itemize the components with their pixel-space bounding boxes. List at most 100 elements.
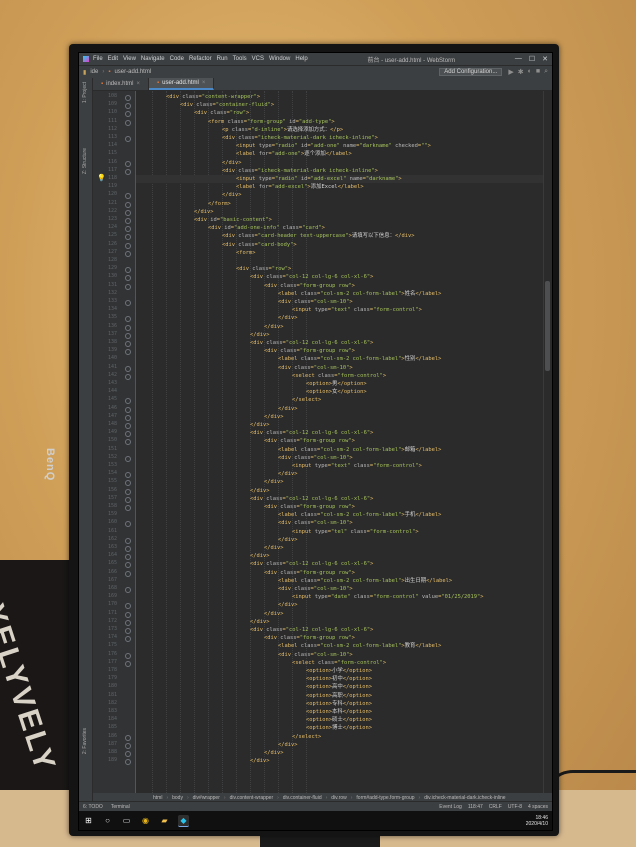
code-line[interactable]: </div> bbox=[136, 552, 269, 560]
fold-marker-icon[interactable] bbox=[125, 455, 131, 462]
line-separator[interactable]: CRLF bbox=[489, 804, 502, 810]
code-line[interactable]: <option>高职</option> bbox=[136, 692, 372, 700]
code-line[interactable]: </div> bbox=[136, 544, 283, 552]
menu-view[interactable]: View bbox=[123, 56, 136, 62]
file-explorer-icon[interactable]: ▰ bbox=[159, 815, 170, 826]
fold-marker-icon[interactable] bbox=[125, 603, 131, 610]
code-line[interactable]: <p class="d-inline">请选择添加方式：</p> bbox=[136, 126, 343, 134]
code-line[interactable]: <input type="radio" id="add-one" name="d… bbox=[136, 142, 431, 150]
fold-marker-icon[interactable] bbox=[125, 209, 131, 216]
menu-help[interactable]: Help bbox=[295, 56, 307, 62]
fold-marker-icon[interactable] bbox=[125, 554, 131, 561]
fold-marker-icon[interactable] bbox=[125, 218, 131, 224]
code-line[interactable]: <option>专科</option> bbox=[136, 700, 372, 708]
fold-marker-icon[interactable] bbox=[125, 562, 131, 569]
fold-marker-icon[interactable] bbox=[125, 398, 131, 405]
breadcrumb-item[interactable]: body bbox=[172, 795, 183, 801]
code-line[interactable]: <div id="basic-content"> bbox=[136, 216, 272, 224]
breadcrumb-item[interactable]: div.row bbox=[331, 795, 346, 801]
fold-marker-icon[interactable] bbox=[125, 431, 131, 438]
task-view-icon[interactable]: ▭ bbox=[121, 815, 132, 826]
code-line[interactable]: <label class="col-sm-2 col-form-label">邮… bbox=[136, 446, 441, 454]
fold-marker-icon[interactable] bbox=[125, 406, 131, 413]
code-line[interactable]: </div> bbox=[136, 159, 241, 167]
code-line[interactable]: <option>本科</option> bbox=[136, 708, 372, 716]
fold-marker-icon[interactable] bbox=[125, 226, 131, 233]
code-line[interactable]: <div class="icheck-material-dark icheck-… bbox=[136, 167, 378, 175]
breadcrumb-item[interactable]: form#add-type.form-group bbox=[356, 795, 414, 801]
fold-marker-icon[interactable] bbox=[125, 570, 131, 577]
code-line[interactable]: </div> bbox=[136, 741, 297, 749]
code-line[interactable]: </div> bbox=[136, 749, 283, 757]
code-line[interactable]: <div class="col-sm-10"> bbox=[136, 585, 353, 593]
nav-project[interactable]: ide bbox=[90, 69, 98, 75]
stop-icon[interactable]: ■ bbox=[536, 68, 540, 76]
run-icon[interactable]: ▶ bbox=[508, 68, 513, 76]
chrome-icon[interactable]: ◉ bbox=[140, 815, 151, 826]
fold-marker-icon[interactable] bbox=[125, 234, 131, 241]
code-line[interactable]: </div> bbox=[136, 413, 283, 421]
code-line[interactable]: <div class="col-sm-10"> bbox=[136, 298, 353, 306]
fold-marker-icon[interactable] bbox=[125, 751, 131, 757]
code-editor[interactable]: <div class="content-wrapper"> <div class=… bbox=[136, 91, 543, 793]
menu-edit[interactable]: Edit bbox=[108, 56, 118, 62]
fold-marker-icon[interactable] bbox=[125, 734, 131, 741]
code-line[interactable]: <form class="form-group" id="add-type"> bbox=[136, 118, 335, 126]
close-icon[interactable]: × bbox=[137, 81, 141, 87]
fold-marker-icon[interactable] bbox=[125, 628, 131, 634]
fold-marker-icon[interactable] bbox=[125, 111, 131, 118]
code-line[interactable]: <input type="text" class="form-control"> bbox=[136, 462, 422, 470]
event-log-button[interactable]: Event Log bbox=[439, 804, 462, 810]
code-line[interactable]: </div> bbox=[136, 331, 269, 339]
breadcrumb-item[interactable]: div.container-fluid bbox=[283, 795, 322, 801]
maximize-button[interactable]: ☐ bbox=[529, 55, 535, 63]
code-line[interactable]: <option>小学</option> bbox=[136, 667, 372, 675]
project-tool-tab[interactable]: 1: Project bbox=[82, 82, 88, 103]
menu-run[interactable]: Run bbox=[217, 56, 228, 62]
code-line[interactable]: </div> bbox=[136, 610, 283, 618]
editor-scrollbar[interactable] bbox=[543, 91, 552, 793]
code-line[interactable]: </div> bbox=[136, 421, 269, 429]
code-line[interactable]: </select> bbox=[136, 396, 321, 404]
menu-navigate[interactable]: Navigate bbox=[141, 56, 165, 62]
code-line[interactable]: <div class="content-wrapper"> bbox=[136, 93, 260, 101]
code-line[interactable]: <div class="col-12 col-lg-6 col-xl-6"> bbox=[136, 273, 373, 281]
caret-position[interactable]: 118:47 bbox=[468, 804, 483, 810]
code-line[interactable] bbox=[136, 257, 138, 265]
file-encoding[interactable]: UTF-8 bbox=[508, 804, 522, 810]
code-line[interactable]: <div class="card-header text-uppercase">… bbox=[136, 232, 414, 240]
menu-window[interactable]: Window bbox=[269, 56, 290, 62]
code-line[interactable]: <label for="add-one">逐个添加</label> bbox=[136, 150, 352, 158]
fold-marker-icon[interactable] bbox=[125, 267, 131, 274]
code-line[interactable]: <label for="add-excel">添加Excel</label> bbox=[136, 183, 364, 191]
code-line[interactable]: <form> bbox=[136, 249, 255, 257]
fold-marker-icon[interactable] bbox=[125, 439, 131, 446]
fold-marker-icon[interactable] bbox=[125, 324, 131, 331]
fold-marker-icon[interactable] bbox=[125, 611, 131, 618]
fold-marker-icon[interactable] bbox=[125, 636, 131, 643]
fold-marker-icon[interactable] bbox=[125, 423, 131, 429]
code-line[interactable]: <div class="icheck-material-dark icheck-… bbox=[136, 134, 378, 142]
tab-index-html[interactable]: ▪ index.html × bbox=[93, 78, 150, 90]
code-line[interactable]: <option>高中</option> bbox=[136, 683, 372, 691]
fold-marker-icon[interactable] bbox=[125, 373, 131, 380]
fold-marker-icon[interactable] bbox=[125, 332, 131, 339]
code-line[interactable]: <label class="col-sm-2 col-form-label">姓… bbox=[136, 290, 441, 298]
code-line[interactable]: <option>博士</option> bbox=[136, 724, 372, 732]
code-line[interactable]: </div> bbox=[136, 487, 269, 495]
debug-icon[interactable]: ✱ bbox=[518, 68, 524, 76]
code-line[interactable]: <div class="form-group row"> bbox=[136, 503, 355, 511]
fold-marker-icon[interactable] bbox=[125, 193, 131, 200]
fold-marker-icon[interactable] bbox=[125, 759, 131, 766]
fold-marker-icon[interactable] bbox=[125, 587, 131, 593]
code-line[interactable]: <div class="form-group row"> bbox=[136, 282, 355, 290]
todo-tool-button[interactable]: 6: TODO bbox=[83, 804, 103, 810]
code-line[interactable]: <div class="col-12 col-lg-6 col-xl-6"> bbox=[136, 339, 373, 347]
code-line[interactable]: <div class="col-12 col-lg-6 col-xl-6"> bbox=[136, 560, 373, 568]
fold-marker-icon[interactable] bbox=[125, 546, 131, 552]
code-line[interactable]: <div class="row"> bbox=[136, 109, 249, 117]
breadcrumb-item[interactable]: div#wrapper bbox=[193, 795, 220, 801]
fold-marker-icon[interactable] bbox=[125, 103, 131, 110]
code-line[interactable]: </div> bbox=[136, 470, 297, 478]
code-line[interactable]: <option>初中</option> bbox=[136, 675, 372, 683]
